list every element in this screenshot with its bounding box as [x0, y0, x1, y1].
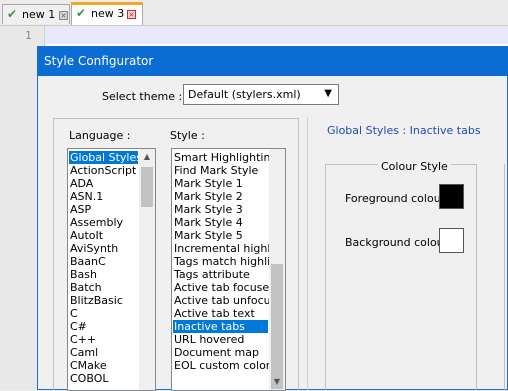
styles-item[interactable]: Smart Highlighting — [174, 151, 277, 164]
styles-item[interactable]: EOL custom color — [174, 359, 270, 372]
styles-item[interactable]: Tags attribute — [174, 268, 250, 281]
styles-item[interactable]: Active tab focused — [174, 281, 276, 294]
styles-item[interactable]: Active tab text — [174, 307, 255, 320]
languages-item[interactable]: Bash — [70, 268, 97, 281]
saved-check-icon: ✔ — [76, 6, 87, 20]
colour-style-title: Colour Style — [378, 160, 451, 173]
tab-new-3[interactable]: ✔ new 3 × — [71, 2, 143, 25]
close-tab-icon[interactable]: × — [127, 10, 136, 19]
style-label: Style : — [170, 129, 205, 142]
style-list-scrollbar[interactable]: ▼ — [269, 149, 285, 390]
line-number: 1 — [25, 29, 32, 42]
styles-item[interactable]: Mark Style 2 — [174, 190, 243, 203]
font-style-group-edge — [504, 164, 508, 391]
dialog-title: Style Configurator — [44, 54, 154, 68]
styles-item[interactable]: Find Mark Style — [174, 164, 258, 177]
background-colour-swatch[interactable] — [439, 228, 464, 253]
languages-item[interactable]: COBOL — [70, 372, 108, 385]
languages-item[interactable]: Global Styles — [69, 151, 142, 164]
languages-item[interactable]: CMake — [70, 359, 107, 372]
tab-label: new 1 — [22, 8, 56, 21]
languages-item[interactable]: Caml — [70, 346, 98, 359]
styles-item[interactable]: Mark Style 1 — [174, 177, 243, 190]
languages-item[interactable]: AutoIt — [70, 229, 103, 242]
foreground-colour-label: Foreground colour — [345, 192, 446, 205]
languages-item[interactable]: ASP — [70, 203, 91, 216]
languages-item[interactable]: BlitzBasic — [70, 294, 123, 307]
chevron-down-icon: ▼ — [324, 88, 332, 99]
theme-select[interactable]: Default (stylers.xml) ▼ — [183, 84, 339, 105]
styles-item[interactable]: Mark Style 3 — [174, 203, 243, 216]
languages-item[interactable]: Batch — [70, 281, 102, 294]
saved-check-icon: ✔ — [7, 7, 18, 21]
scrollbar-thumb[interactable] — [141, 167, 153, 207]
styles-item[interactable]: URL hovered — [174, 333, 244, 346]
tab-label: new 3 — [91, 7, 125, 20]
select-theme-label: Select theme : — [102, 90, 183, 103]
styles-item[interactable]: Document map — [174, 346, 259, 359]
languages-item[interactable]: C — [70, 307, 78, 320]
dialog-title-bar[interactable]: Style Configurator — [38, 47, 508, 76]
languages-item[interactable]: C# — [70, 320, 87, 333]
theme-select-value: Default (stylers.xml) — [188, 88, 301, 101]
scroll-up-icon[interactable]: ▲ — [139, 149, 155, 165]
panel-divider — [307, 117, 308, 391]
scroll-down-icon[interactable]: ▼ — [269, 374, 285, 390]
languages-item[interactable]: BaanC — [70, 255, 106, 268]
styles-item[interactable]: Inactive tabs — [173, 320, 268, 333]
language-list-scrollbar[interactable]: ▲ — [139, 149, 155, 390]
languages-item[interactable]: ActionScript — [70, 164, 136, 177]
close-tab-icon[interactable]: × — [59, 11, 68, 20]
styles-item[interactable]: Mark Style 5 — [174, 229, 243, 242]
style-configurator-dialog: Style Configurator Select theme : Defaul… — [37, 46, 508, 391]
styles-item[interactable]: Mark Style 4 — [174, 216, 243, 229]
style-description: Global Styles : Inactive tabs — [327, 124, 481, 137]
language-list[interactable]: Global Styles ActionScript ADA ASN.1 ASP Asse… — [67, 148, 156, 391]
tab-strip: ✔ new 1 × ✔ new 3 × — [0, 0, 508, 26]
language-label: Language : — [69, 129, 131, 142]
tab-new-1[interactable]: ✔ new 1 × — [2, 4, 70, 24]
current-line-highlight — [45, 26, 508, 44]
languages-item[interactable]: AviSynth — [70, 242, 118, 255]
languages-item[interactable]: ADA — [70, 177, 93, 190]
languages-item[interactable]: ASN.1 — [70, 190, 103, 203]
foreground-colour-swatch[interactable] — [439, 184, 464, 209]
scrollbar-thumb[interactable] — [271, 264, 283, 389]
languages-item[interactable]: Assembly — [70, 216, 123, 229]
background-colour-label: Background colour — [345, 236, 449, 249]
style-list[interactable]: Smart Highlighting Find Mark Style Mark St… — [171, 148, 286, 391]
languages-item[interactable]: C++ — [70, 333, 96, 346]
